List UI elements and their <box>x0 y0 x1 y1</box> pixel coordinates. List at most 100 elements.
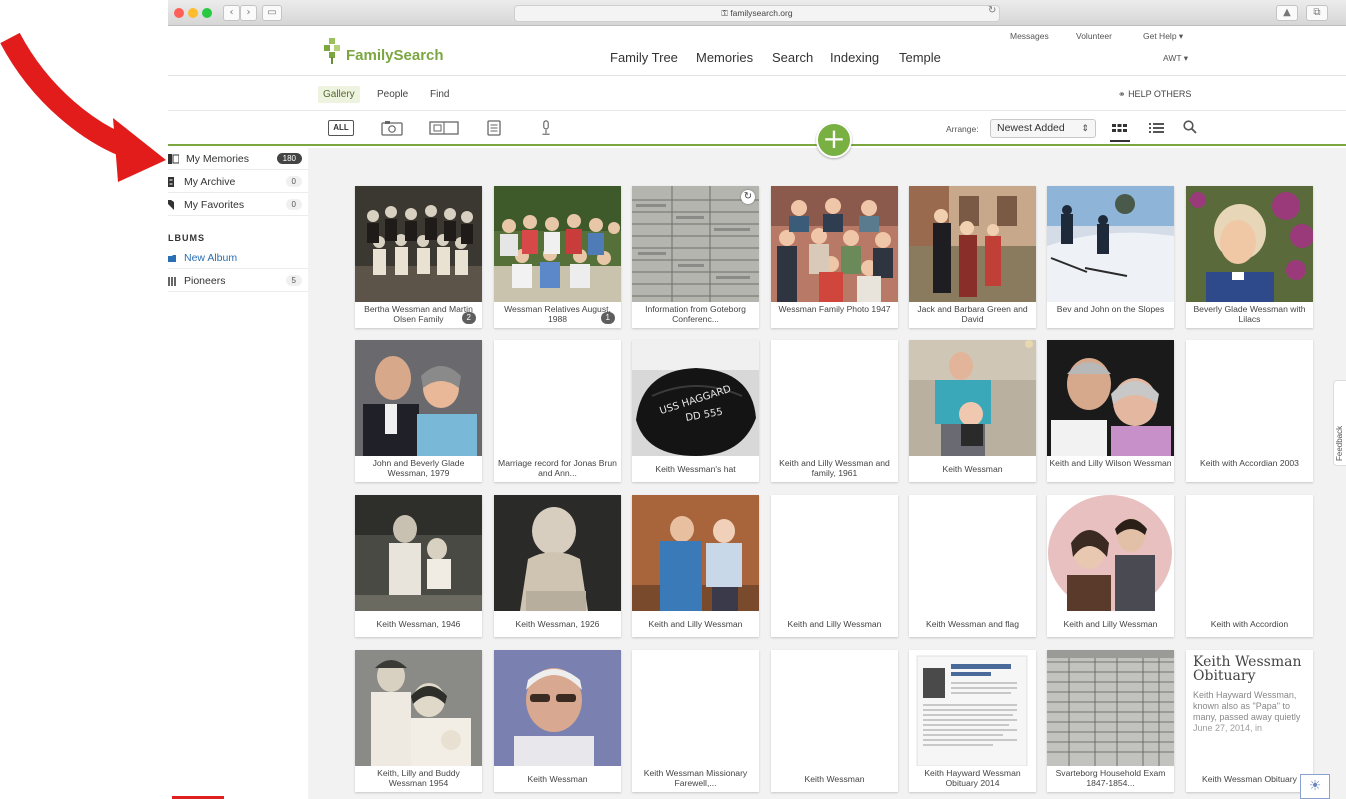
filter-stories-icon[interactable] <box>429 120 459 136</box>
tab-people[interactable]: People <box>372 86 413 103</box>
memory-card[interactable]: Keith and Lilly Wessman <box>1047 495 1174 637</box>
album-icon <box>168 277 176 286</box>
forward-button[interactable]: › <box>240 5 257 21</box>
lightbulb-icon[interactable]: ☀ <box>1300 774 1330 799</box>
nav-family-tree[interactable]: Family Tree <box>610 50 678 65</box>
memory-card[interactable]: Wessman Family Photo 1947 <box>771 186 898 328</box>
memory-caption: Jack and Barbara Green and David <box>917 304 1028 324</box>
obituary-preview-fade <box>1186 720 1313 766</box>
memory-caption: Keith Hayward Wessman Obituary 2014 <box>924 768 1021 788</box>
memory-card[interactable]: USS HAGGARD DD 555 Keith Wessman's hat <box>632 340 759 482</box>
memory-thumbnail <box>909 186 1036 302</box>
memory-card[interactable]: Keith, Lilly and Buddy Wessman 1954 <box>355 650 482 792</box>
active-view-underline <box>1110 140 1130 142</box>
user-menu[interactable]: AWT ▾ <box>1163 53 1188 64</box>
memory-thumbnail: Keith Wessman Obituary Keith Hayward Wes… <box>1186 650 1313 766</box>
reload-icon[interactable]: ↻ <box>988 5 996 16</box>
memory-card[interactable]: Marriage record for Jonas Brun and Ann..… <box>494 340 621 482</box>
list-view-icon[interactable] <box>1149 122 1164 134</box>
sidebar-item-label: My Memories <box>186 153 250 165</box>
memory-thumbnail <box>632 186 759 302</box>
memory-thumbnail <box>909 650 1036 766</box>
arrange-select[interactable]: Newest Added ⇕ <box>990 119 1096 138</box>
family-tree-logo-icon <box>324 38 340 64</box>
back-button[interactable]: ‹ <box>223 5 240 21</box>
tab-find[interactable]: Find <box>425 86 454 103</box>
memory-card[interactable]: Keith and Lilly Wilson Wessman <box>1047 340 1174 482</box>
memory-card[interactable]: Keith Wessman Missionary Farewell,... <box>632 650 759 792</box>
sidebar-item-new-album[interactable]: New Album <box>168 247 308 269</box>
help-others-link[interactable]: ⚭ HELP OTHERS <box>1118 89 1191 100</box>
sidebar-item-label: My Favorites <box>184 199 245 211</box>
get-help-menu[interactable]: Get Help ▾ <box>1143 31 1183 42</box>
nav-memories[interactable]: Memories <box>696 50 753 65</box>
memories-subnav: Gallery People Find ⚭ HELP OTHERS <box>168 77 1346 111</box>
tab-gallery[interactable]: Gallery <box>318 86 360 103</box>
memory-card[interactable]: Keith Wessman, 1946 <box>355 495 482 637</box>
memory-card[interactable]: Jack and Barbara Green and David <box>909 186 1036 328</box>
memory-card[interactable]: 2 Bertha Wessman and Martin Olsen Family <box>355 186 482 328</box>
memory-caption: Wessman Relatives August, 1988 <box>504 304 611 324</box>
gallery-toolbar: ALL + Arrange: Newest Added ⇕ <box>168 112 1346 158</box>
memory-card[interactable]: Keith with Accordion <box>1186 495 1313 637</box>
sidebar-item-pioneers[interactable]: Pioneers 5 <box>168 270 308 292</box>
memory-card[interactable]: Keith Hayward Wessman Obituary 2014 <box>909 650 1036 792</box>
memory-thumbnail <box>494 186 621 302</box>
share-button[interactable]: ▲ <box>1276 5 1298 21</box>
sidebar-item-label: My Archive <box>184 176 236 188</box>
messages-link[interactable]: Messages <box>1010 31 1049 41</box>
memory-thumbnail <box>355 495 482 611</box>
sidebar-item-my-memories[interactable]: My Memories 180 <box>168 148 308 170</box>
volunteer-link[interactable]: Volunteer <box>1076 31 1112 41</box>
memory-card[interactable]: Keith and Lilly Wessman and family, 1961 <box>771 340 898 482</box>
feedback-tab[interactable]: Feedback <box>1333 380 1346 466</box>
memory-card[interactable]: Keith Wessman <box>494 650 621 792</box>
memory-card[interactable]: John and Beverly Glade Wessman, 1979 <box>355 340 482 482</box>
grid-view-icon[interactable] <box>1112 122 1127 134</box>
zoom-window-button[interactable] <box>202 8 212 18</box>
sidebar-toggle-button[interactable]: ▭ <box>262 5 282 21</box>
filter-audio-icon[interactable] <box>540 120 552 136</box>
archive-icon <box>168 177 174 187</box>
memory-card[interactable]: Keith and Lilly Wessman <box>632 495 759 637</box>
red-arrow-annotation <box>0 32 166 182</box>
add-memory-button[interactable]: + <box>816 122 852 158</box>
lock-icon: ⚿ <box>721 8 728 18</box>
rotate-icon[interactable]: ↻ <box>741 190 755 204</box>
memory-thumbnail <box>494 650 621 766</box>
memory-card[interactable]: Keith Wessman Obituary Keith Hayward Wes… <box>1186 650 1313 792</box>
minimize-window-button[interactable] <box>188 8 198 18</box>
filter-all-button[interactable]: ALL <box>328 120 354 136</box>
sidebar-item-my-favorites[interactable]: My Favorites 0 <box>168 194 308 216</box>
memory-card[interactable]: Keith Wessman <box>909 340 1036 482</box>
nav-search[interactable]: Search <box>772 50 813 65</box>
search-icon[interactable] <box>1183 120 1197 134</box>
memory-caption: Keith Wessman, 1946 <box>376 619 461 629</box>
memory-thumbnail <box>1047 495 1174 611</box>
close-window-button[interactable] <box>174 8 184 18</box>
memory-thumbnail <box>771 650 898 766</box>
memory-card[interactable]: Keith with Accordian 2003 <box>1186 340 1313 482</box>
memory-card[interactable]: Bev and John on the Slopes <box>1047 186 1174 328</box>
memory-card[interactable]: Keith and Lilly Wessman <box>771 495 898 637</box>
memory-caption: Marriage record for Jonas Brun and Ann..… <box>498 458 617 478</box>
filter-photos-icon[interactable] <box>381 120 403 136</box>
sidebar-item-my-archive[interactable]: My Archive 0 <box>168 171 308 193</box>
address-bar[interactable]: ⚿ familysearch.org <box>514 5 1000 22</box>
nav-temple[interactable]: Temple <box>899 50 941 65</box>
heart-icon <box>168 200 174 210</box>
memory-card[interactable]: Keith Wessman and flag <box>909 495 1036 637</box>
memory-caption: Wessman Family Photo 1947 <box>778 304 891 314</box>
memory-card[interactable]: 1 Wessman Relatives August, 1988 <box>494 186 621 328</box>
tabs-button[interactable]: ⧉ <box>1306 5 1328 21</box>
memory-thumbnail <box>771 186 898 302</box>
memory-caption: Keith Wessman and flag <box>926 619 1019 629</box>
memory-card[interactable]: Svarteborg Household Exam 1847-1854... <box>1047 650 1174 792</box>
memory-card[interactable]: Keith Wessman <box>771 650 898 792</box>
memory-card[interactable]: Keith Wessman, 1926 <box>494 495 621 637</box>
nav-indexing[interactable]: Indexing <box>830 50 879 65</box>
memory-card[interactable]: ↻ Information from Goteborg Conferenc... <box>632 186 759 328</box>
filter-documents-icon[interactable] <box>486 120 502 136</box>
memory-thumbnail <box>632 495 759 611</box>
memory-card[interactable]: Beverly Glade Wessman with Lilacs <box>1186 186 1313 328</box>
